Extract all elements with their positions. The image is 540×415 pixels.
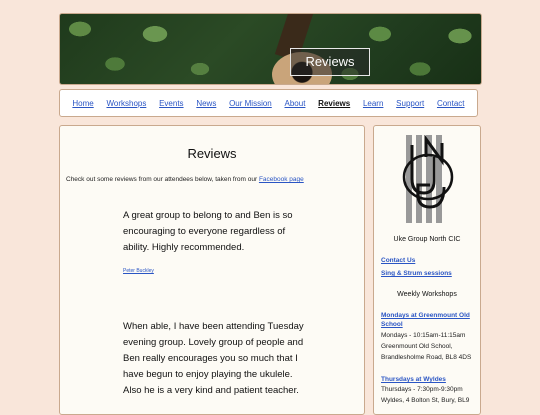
review-text: When able, I have been attending Tuesday… — [123, 321, 304, 396]
main-content: Reviews Check out some reviews from our … — [59, 125, 365, 415]
nav-home[interactable]: Home — [72, 99, 93, 108]
nav-reviews[interactable]: Reviews — [318, 99, 350, 108]
schedule-details: Thursdays - 7:30pm-9:30pm Wyldes, 4 Bolt… — [381, 386, 470, 404]
sing-strum-link[interactable]: Sing & Strum sessions — [381, 270, 452, 277]
nav-workshops[interactable]: Workshops — [106, 99, 146, 108]
nav-news[interactable]: News — [196, 99, 216, 108]
facebook-page-link[interactable]: Facebook page — [259, 176, 304, 183]
schedule-details: Mondays - 10:15am-11:15am Greenmount Old… — [381, 332, 472, 361]
header-banner: Reviews — [59, 13, 482, 85]
main-nav: Home Workshops Events News Our Mission A… — [59, 89, 478, 117]
banner-title: Reviews — [290, 48, 370, 76]
review-text: A great group to belong to and Ben is so… — [123, 210, 293, 253]
uke-group-north-logo — [398, 134, 458, 223]
nav-about[interactable]: About — [285, 99, 306, 108]
sidebar: Uke Group North CIC Contact Us Sing & St… — [373, 125, 481, 415]
intro-text: Check out some reviews from our attendee… — [66, 176, 304, 183]
schedule-title-link[interactable]: Mondays at Greenmount Old School — [381, 311, 477, 329]
reviewer-link[interactable]: Peter Buckley — [123, 268, 154, 274]
nav-events[interactable]: Events — [159, 99, 183, 108]
org-name: Uke Group North CIC — [393, 236, 461, 243]
intro-sentence: Check out some reviews from our attendee… — [66, 176, 259, 183]
nav-learn[interactable]: Learn — [363, 99, 383, 108]
nav-our-mission[interactable]: Our Mission — [229, 99, 272, 108]
page-title: Reviews — [187, 146, 237, 161]
weekly-workshops-heading: Weekly Workshops — [397, 291, 457, 298]
nav-support[interactable]: Support — [396, 99, 424, 108]
schedule-title-link[interactable]: Thursdays at Wyldes — [381, 375, 477, 384]
contact-us-link[interactable]: Contact Us — [381, 257, 415, 264]
nav-contact[interactable]: Contact — [437, 99, 465, 108]
